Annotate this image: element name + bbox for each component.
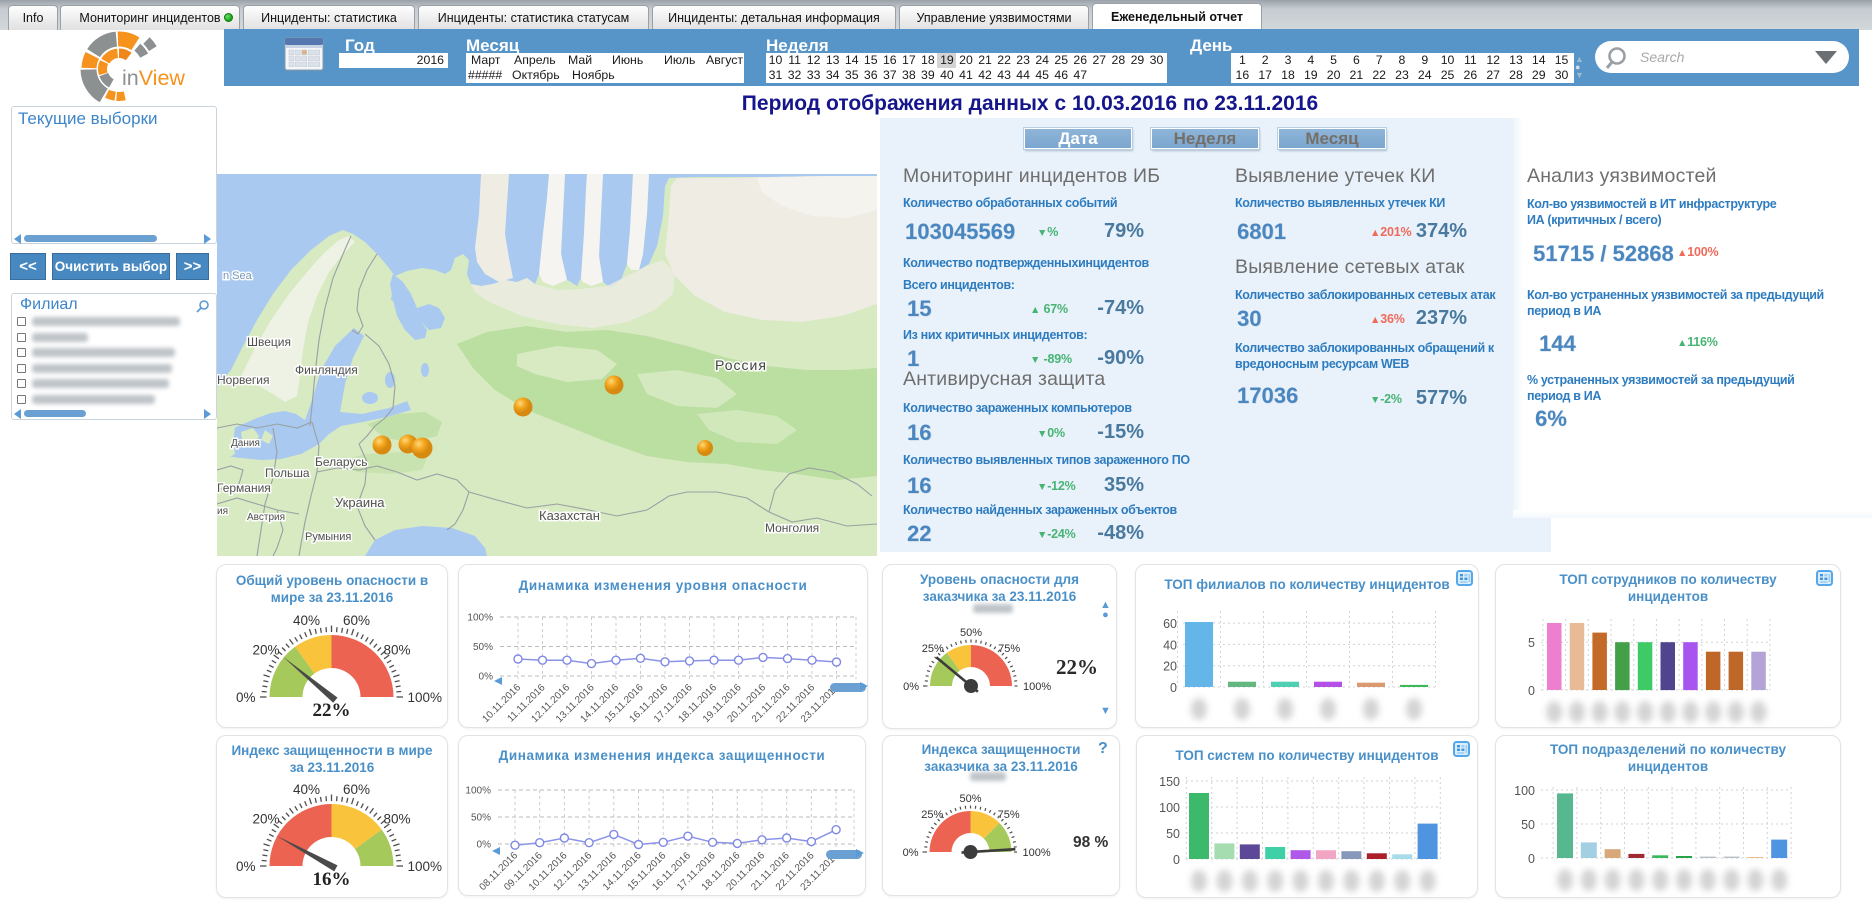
svg-text:0: 0: [1170, 681, 1177, 695]
svg-text:0: 0: [1173, 853, 1180, 867]
svg-text:0%: 0%: [903, 847, 919, 859]
svg-text:40: 40: [1163, 638, 1177, 652]
svg-text:50: 50: [1166, 827, 1180, 841]
svg-text:25%: 25%: [921, 809, 943, 821]
svg-text:0: 0: [1528, 684, 1535, 698]
svg-text:50%: 50%: [473, 642, 493, 653]
svg-text:Монголия: Монголия: [765, 521, 819, 535]
svg-text:Германия: Германия: [217, 481, 271, 495]
svg-text:Норвегия: Норвегия: [217, 373, 270, 387]
svg-text:20%: 20%: [252, 811, 279, 826]
svg-text:50: 50: [1521, 818, 1535, 832]
svg-text:Россия: Россия: [715, 357, 767, 373]
svg-text:Беларусь: Беларусь: [315, 455, 367, 469]
svg-text:Украина: Украина: [335, 495, 385, 510]
svg-text:Польша: Польша: [265, 466, 310, 480]
svg-text:75%: 75%: [998, 643, 1020, 655]
svg-text:100%: 100%: [1023, 681, 1051, 693]
svg-text:60%: 60%: [343, 613, 370, 628]
svg-text:Финляндия: Финляндия: [295, 363, 358, 377]
svg-text:Швеция: Швеция: [247, 335, 291, 349]
svg-text:40%: 40%: [293, 782, 320, 797]
svg-text:Казахстан: Казахстан: [539, 508, 600, 523]
svg-text:100%: 100%: [408, 690, 443, 705]
svg-text:100%: 100%: [1023, 847, 1051, 859]
svg-text:Румыния: Румыния: [305, 531, 351, 543]
svg-text:100%: 100%: [465, 786, 491, 797]
svg-text:60: 60: [1163, 617, 1177, 631]
svg-text:80%: 80%: [383, 642, 410, 657]
svg-text:100%: 100%: [408, 859, 443, 874]
svg-text:0%: 0%: [236, 859, 256, 874]
svg-text:22%: 22%: [313, 700, 351, 721]
svg-text:16%: 16%: [313, 869, 351, 890]
svg-text:80%: 80%: [383, 811, 410, 826]
svg-text:0%: 0%: [903, 681, 919, 693]
svg-text:0: 0: [1528, 852, 1535, 866]
svg-text:100: 100: [1514, 784, 1535, 798]
svg-text:inView: inView: [122, 66, 185, 90]
svg-text:5: 5: [1528, 636, 1535, 650]
svg-text:20%: 20%: [252, 642, 279, 657]
svg-text:50%: 50%: [471, 813, 491, 824]
svg-text:100%: 100%: [467, 613, 493, 624]
svg-text:0%: 0%: [477, 840, 492, 851]
svg-text:100: 100: [1159, 801, 1180, 815]
svg-text:60%: 60%: [343, 782, 370, 797]
svg-text:0%: 0%: [479, 672, 494, 683]
svg-text:ия: ия: [217, 506, 228, 517]
svg-text:50%: 50%: [959, 793, 981, 805]
svg-text:0%: 0%: [236, 690, 256, 705]
svg-text:150: 150: [1159, 775, 1180, 789]
svg-text:Австрия: Австрия: [247, 512, 285, 523]
svg-text:75%: 75%: [998, 809, 1020, 821]
svg-text:40%: 40%: [293, 613, 320, 628]
svg-text:Дания: Дания: [231, 438, 260, 449]
svg-text:25%: 25%: [922, 643, 944, 655]
svg-text:n Sea: n Sea: [223, 270, 253, 282]
svg-text:20: 20: [1163, 660, 1177, 674]
svg-text:50%: 50%: [960, 627, 982, 639]
